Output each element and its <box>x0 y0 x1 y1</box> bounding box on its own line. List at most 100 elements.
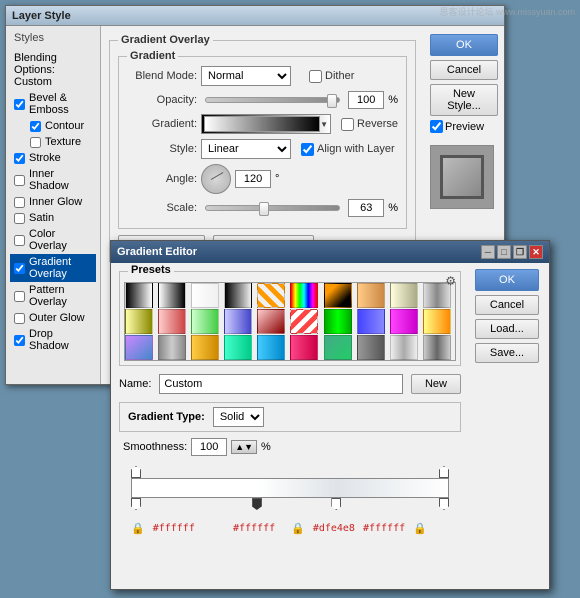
color-stop-3[interactable] <box>331 498 341 510</box>
preset-swatch-21[interactable] <box>158 335 186 360</box>
preset-swatch-27[interactable] <box>357 335 385 360</box>
texture-checkbox[interactable] <box>30 137 41 148</box>
pattern-overlay-checkbox[interactable] <box>14 291 25 302</box>
preset-swatch-22[interactable] <box>191 335 219 360</box>
preset-swatch-29[interactable] <box>423 335 451 360</box>
smoothness-input[interactable] <box>191 438 227 456</box>
titlebar-close-btn[interactable]: ✕ <box>529 245 543 259</box>
contour-item[interactable]: Contour <box>10 118 96 134</box>
contour-checkbox[interactable] <box>30 121 41 132</box>
opacity-stop-left[interactable] <box>131 466 141 478</box>
opacity-input[interactable] <box>348 91 384 109</box>
preset-swatch-24[interactable] <box>257 335 285 360</box>
titlebar-maximize-btn[interactable]: □ <box>497 245 511 259</box>
preset-swatch-8[interactable] <box>390 283 418 308</box>
preset-swatch-13[interactable] <box>224 309 252 334</box>
name-input[interactable] <box>159 374 403 394</box>
reverse-checkbox[interactable] <box>341 118 354 131</box>
drop-shadow-item[interactable]: Drop Shadow <box>10 326 96 354</box>
ge-ok-button[interactable]: OK <box>475 269 539 291</box>
gradient-bar[interactable] <box>131 478 449 498</box>
preset-swatch-4[interactable] <box>257 283 285 308</box>
align-layer-label[interactable]: Align with Layer <box>301 143 395 156</box>
satin-checkbox[interactable] <box>14 213 25 224</box>
preview-checkbox[interactable] <box>430 120 443 133</box>
color-stop-2[interactable] <box>252 498 262 510</box>
cancel-button[interactable]: Cancel <box>430 60 498 80</box>
dither-label[interactable]: Dither <box>309 70 354 83</box>
smoothness-arrow[interactable]: ▲▼ <box>231 440 257 454</box>
ge-save-button[interactable]: Save... <box>475 343 539 363</box>
blending-options-item[interactable]: Blending Options: Custom <box>10 50 96 90</box>
inner-glow-checkbox[interactable] <box>14 197 25 208</box>
outer-glow-item[interactable]: Outer Glow <box>10 310 96 326</box>
preset-swatch-23[interactable] <box>224 335 252 360</box>
blend-mode-select[interactable]: Normal <box>201 66 291 86</box>
titlebar-restore-btn[interactable]: ❐ <box>513 245 527 259</box>
gradient-swatch-button[interactable]: ▼ <box>201 114 331 134</box>
new-gradient-button[interactable]: New <box>411 374 461 394</box>
ge-load-button[interactable]: Load... <box>475 319 539 339</box>
preset-swatch-5[interactable] <box>290 283 318 308</box>
preset-swatch-17[interactable] <box>357 309 385 334</box>
stroke-item[interactable]: Stroke <box>10 150 96 166</box>
bevel-checkbox[interactable] <box>14 99 25 110</box>
color-stop-4[interactable] <box>439 498 449 510</box>
color-stop-value-3[interactable]: #dfe4e8 <box>313 523 355 534</box>
outer-glow-checkbox[interactable] <box>14 313 25 324</box>
color-stop-value-2[interactable]: #ffffff <box>203 523 275 534</box>
preset-swatch-1[interactable] <box>158 283 186 308</box>
preset-swatch-12[interactable] <box>191 309 219 334</box>
angle-dial[interactable] <box>201 164 231 194</box>
new-style-button[interactable]: New Style... <box>430 84 498 116</box>
scale-input[interactable] <box>348 199 384 217</box>
ok-button[interactable]: OK <box>430 34 498 56</box>
inner-shadow-checkbox[interactable] <box>14 175 25 186</box>
color-stop-value-4[interactable]: #ffffff <box>363 523 405 534</box>
color-overlay-item[interactable]: Color Overlay <box>10 226 96 254</box>
preset-swatch-16[interactable] <box>324 309 352 334</box>
preset-swatch-0[interactable] <box>125 283 153 308</box>
scale-slider[interactable] <box>205 205 340 211</box>
gradient-type-select[interactable]: Solid <box>213 407 264 427</box>
preset-swatch-28[interactable] <box>390 335 418 360</box>
preset-swatch-18[interactable] <box>390 309 418 334</box>
color-overlay-checkbox[interactable] <box>14 235 25 246</box>
preview-checkbox-row[interactable]: Preview <box>430 120 498 133</box>
pattern-overlay-item[interactable]: Pattern Overlay <box>10 282 96 310</box>
preset-swatch-19[interactable] <box>423 309 451 334</box>
opacity-stop-right[interactable] <box>439 466 449 478</box>
opacity-slider[interactable] <box>205 97 340 103</box>
presets-gear-icon[interactable]: ⚙ <box>445 274 456 288</box>
preset-swatch-10[interactable] <box>125 309 153 334</box>
reverse-label[interactable]: Reverse <box>341 118 398 131</box>
color-stop-1[interactable] <box>131 498 141 510</box>
inner-glow-item[interactable]: Inner Glow <box>10 194 96 210</box>
bevel-emboss-item[interactable]: Bevel & Emboss <box>10 90 96 118</box>
preset-swatch-3[interactable] <box>224 283 252 308</box>
preset-swatch-11[interactable] <box>158 309 186 334</box>
preset-swatch-20[interactable] <box>125 335 153 360</box>
opacity-row: Opacity: % <box>127 91 398 109</box>
preset-swatch-7[interactable] <box>357 283 385 308</box>
inner-shadow-item[interactable]: Inner Shadow <box>10 166 96 194</box>
color-stop-value-1[interactable]: #ffffff <box>153 523 195 534</box>
dither-checkbox[interactable] <box>309 70 322 83</box>
preset-swatch-2[interactable] <box>191 283 219 308</box>
titlebar-minimize-btn[interactable]: ─ <box>481 245 495 259</box>
preset-swatch-14[interactable] <box>257 309 285 334</box>
gradient-overlay-item[interactable]: Gradient Overlay <box>10 254 96 282</box>
style-select[interactable]: Linear <box>201 139 291 159</box>
drop-shadow-checkbox[interactable] <box>14 335 25 346</box>
ge-cancel-button[interactable]: Cancel <box>475 295 539 315</box>
preset-swatch-26[interactable] <box>324 335 352 360</box>
texture-item[interactable]: Texture <box>10 134 96 150</box>
gradient-overlay-checkbox[interactable] <box>14 263 25 274</box>
angle-input[interactable] <box>235 170 271 188</box>
preset-swatch-25[interactable] <box>290 335 318 360</box>
satin-item[interactable]: Satin <box>10 210 96 226</box>
align-layer-checkbox[interactable] <box>301 143 314 156</box>
preset-swatch-15[interactable] <box>290 309 318 334</box>
preset-swatch-6[interactable] <box>324 283 352 308</box>
stroke-checkbox[interactable] <box>14 153 25 164</box>
